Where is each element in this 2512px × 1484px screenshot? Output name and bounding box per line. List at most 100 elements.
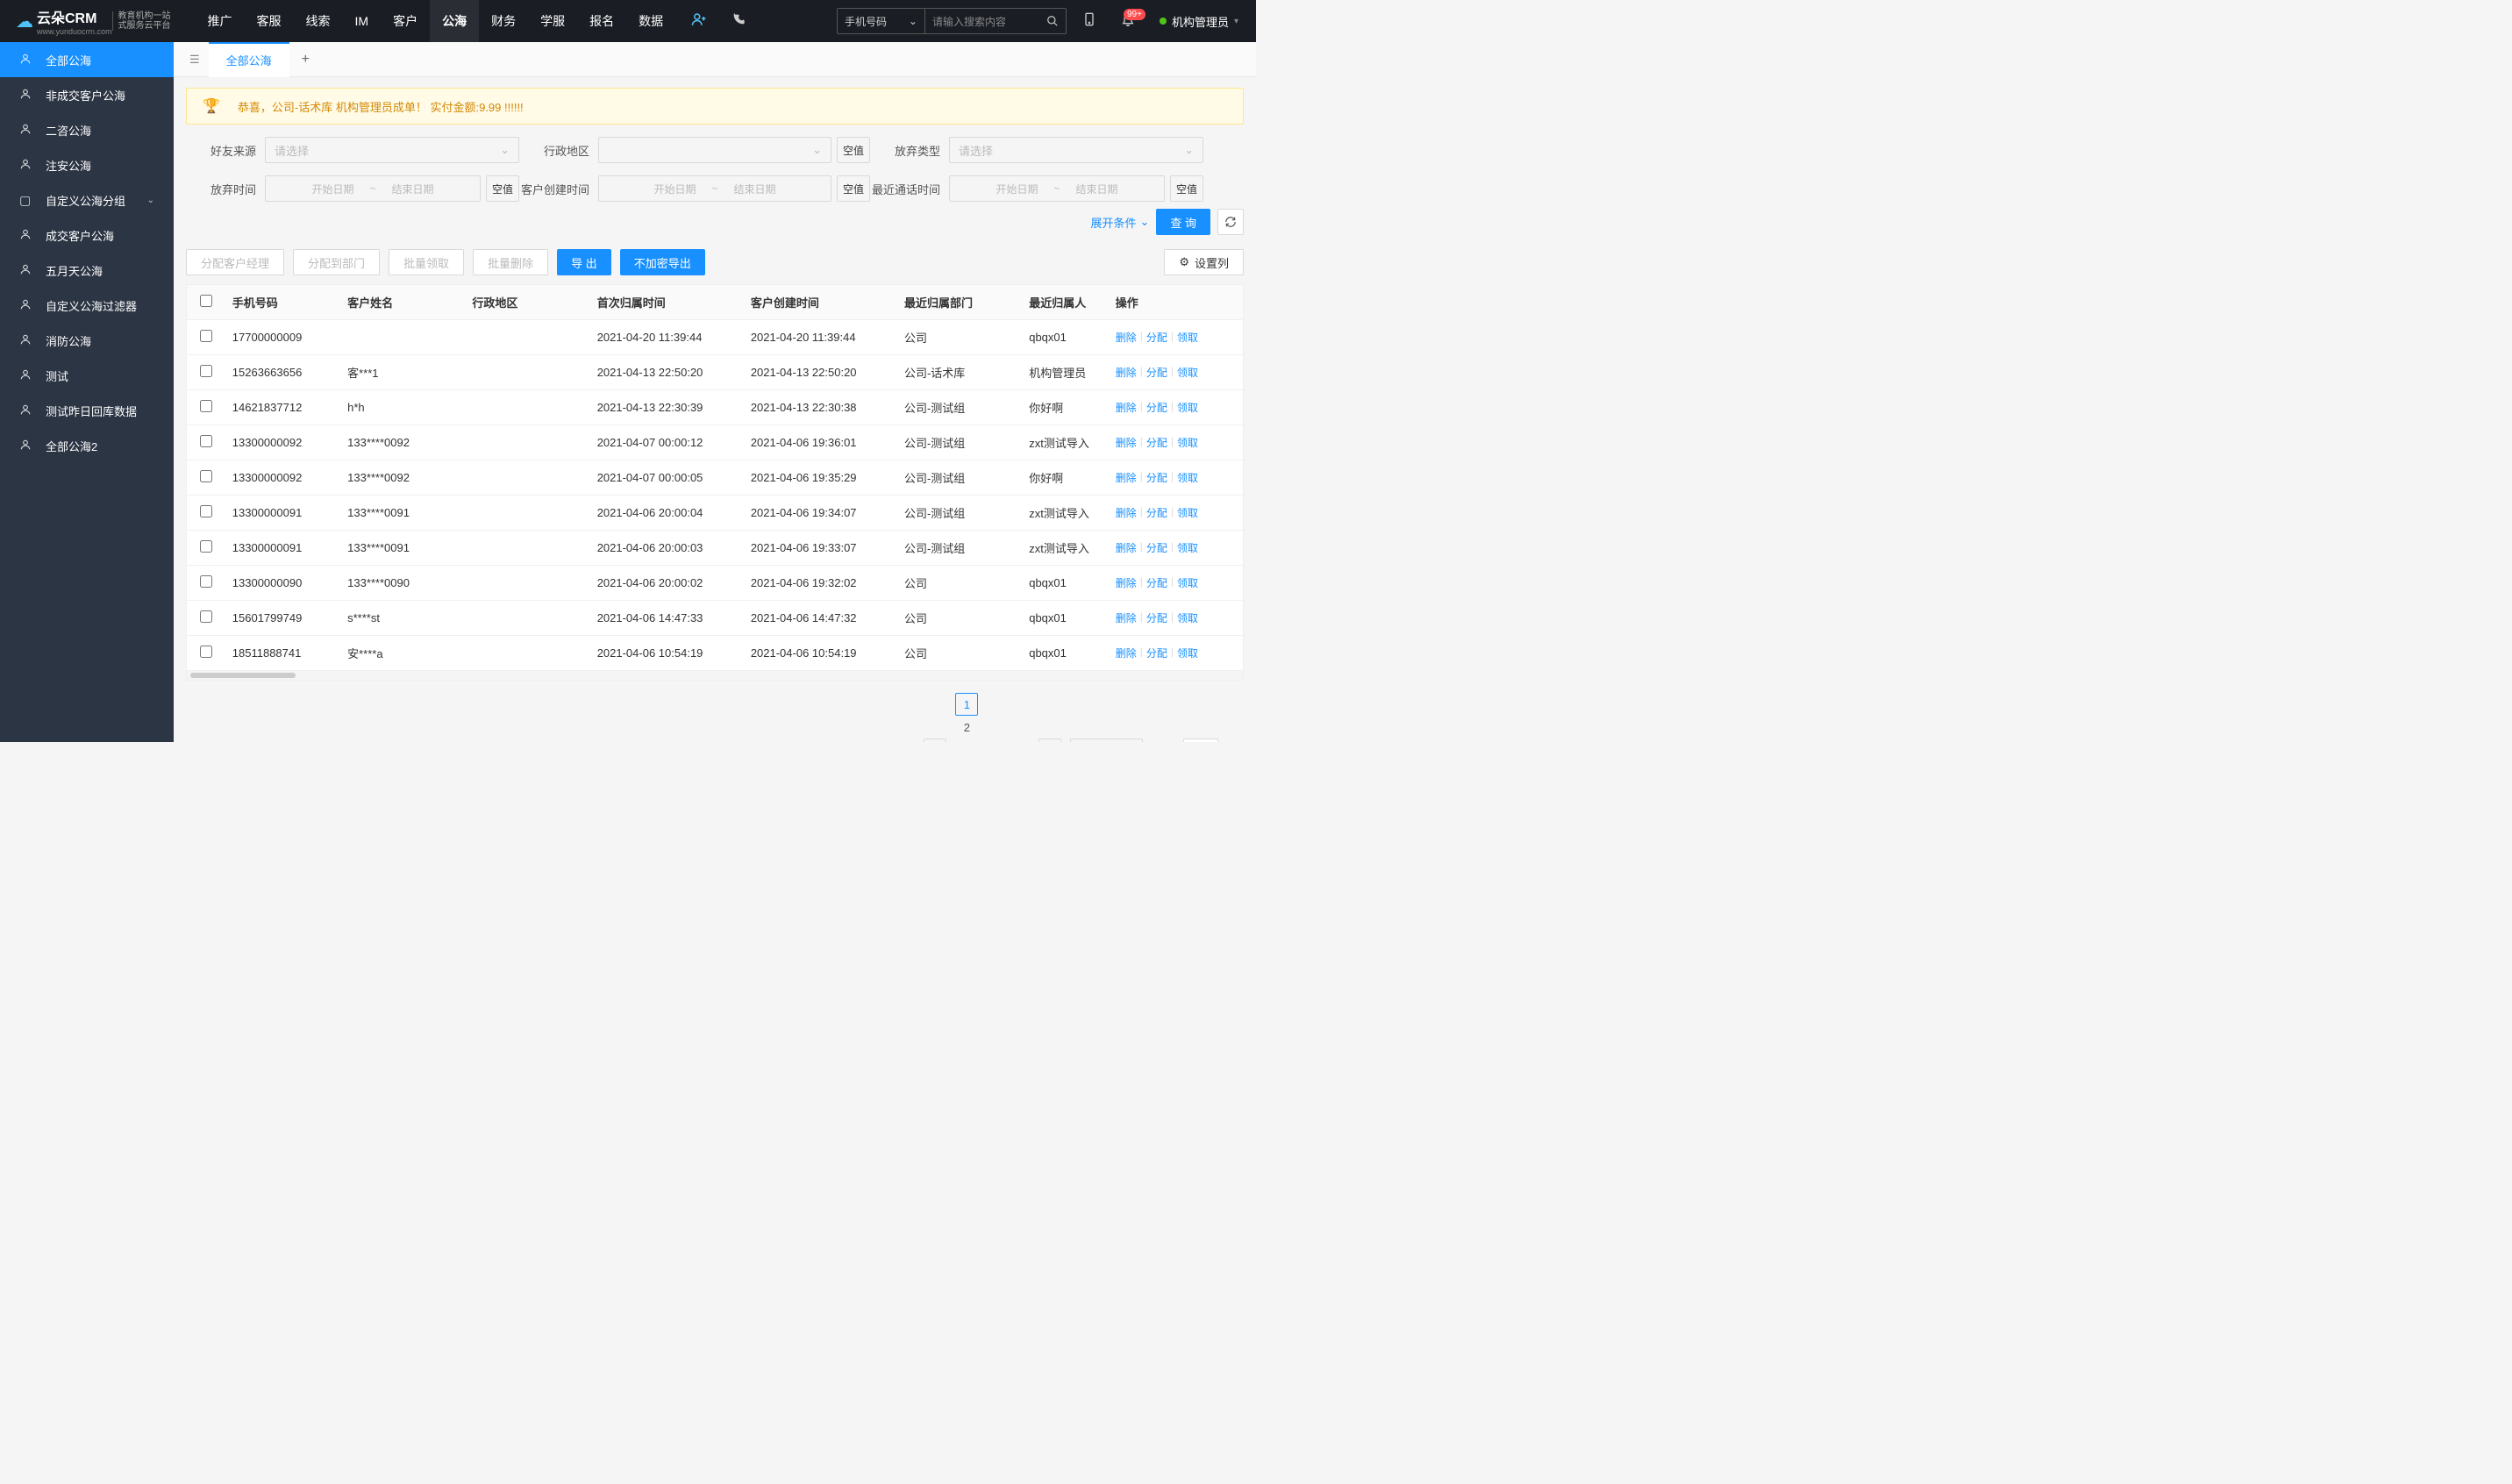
assign-dept-button[interactable]: 分配到部门: [293, 249, 380, 275]
row-assign[interactable]: 分配: [1146, 540, 1167, 555]
horizontal-scrollbar[interactable]: [187, 671, 1243, 680]
filter-abandon-type-select[interactable]: 请选择⌄: [949, 137, 1203, 163]
row-assign[interactable]: 分配: [1146, 505, 1167, 520]
tab-active[interactable]: 全部公海: [209, 42, 289, 77]
tabs-toggle-icon[interactable]: ☰: [181, 53, 209, 67]
batch-claim-button[interactable]: 批量领取: [389, 249, 464, 275]
sidebar-item[interactable]: 成交客户公海: [0, 218, 174, 253]
row-delete[interactable]: 删除: [1116, 435, 1137, 450]
row-assign[interactable]: 分配: [1146, 610, 1167, 625]
row-delete[interactable]: 删除: [1116, 470, 1137, 485]
search-button[interactable]: 查 询: [1156, 209, 1210, 235]
row-delete[interactable]: 删除: [1116, 505, 1137, 520]
filter-last-call-range[interactable]: 开始日期~结束日期: [949, 175, 1165, 202]
refresh-button[interactable]: [1217, 209, 1244, 235]
tab-add-icon[interactable]: +: [289, 52, 322, 68]
row-assign[interactable]: 分配: [1146, 470, 1167, 485]
row-claim[interactable]: 领取: [1177, 540, 1198, 555]
nav-item[interactable]: 公海: [430, 0, 479, 42]
sidebar-item[interactable]: 非成交客户公海: [0, 77, 174, 112]
row-delete[interactable]: 删除: [1116, 400, 1137, 415]
row-checkbox[interactable]: [200, 575, 212, 588]
export-button[interactable]: 导 出: [557, 249, 611, 275]
filter-region-select[interactable]: ⌄: [598, 137, 831, 163]
row-claim[interactable]: 领取: [1177, 610, 1198, 625]
row-claim[interactable]: 领取: [1177, 435, 1198, 450]
nav-item[interactable]: 财务: [479, 0, 528, 42]
row-checkbox[interactable]: [200, 400, 212, 412]
row-checkbox[interactable]: [200, 610, 212, 623]
row-claim[interactable]: 领取: [1177, 646, 1198, 660]
row-claim[interactable]: 领取: [1177, 575, 1198, 590]
row-delete[interactable]: 删除: [1116, 365, 1137, 380]
user-menu[interactable]: 机构管理员 ▾: [1151, 13, 1247, 30]
nav-item[interactable]: 推广: [196, 0, 245, 42]
row-claim[interactable]: 领取: [1177, 365, 1198, 380]
export-plain-button[interactable]: 不加密导出: [620, 249, 705, 275]
nav-item[interactable]: 客服: [245, 0, 294, 42]
filter-last-call-empty-button[interactable]: 空值: [1170, 175, 1203, 202]
assign-manager-button[interactable]: 分配客户经理: [186, 249, 284, 275]
sidebar-item[interactable]: 全部公海: [0, 42, 174, 77]
row-claim[interactable]: 领取: [1177, 470, 1198, 485]
row-assign[interactable]: 分配: [1146, 400, 1167, 415]
row-checkbox[interactable]: [200, 330, 212, 342]
nav-item[interactable]: IM: [343, 0, 382, 42]
sidebar-item[interactable]: 注安公海: [0, 147, 174, 182]
row-delete[interactable]: 删除: [1116, 575, 1137, 590]
row-checkbox[interactable]: [200, 540, 212, 553]
sidebar-item[interactable]: 五月天公海: [0, 253, 174, 288]
search-type-select[interactable]: 手机号码 ⌄: [838, 9, 925, 33]
pager-page[interactable]: 2: [955, 716, 978, 738]
row-claim[interactable]: 领取: [1177, 400, 1198, 415]
set-columns-button[interactable]: ⚙ 设置列: [1164, 249, 1244, 275]
nav-item[interactable]: 客户: [381, 0, 430, 42]
nav-item[interactable]: 学服: [528, 0, 577, 42]
row-checkbox[interactable]: [200, 646, 212, 658]
add-user-icon[interactable]: [682, 11, 716, 32]
select-all-checkbox[interactable]: [200, 295, 212, 307]
filter-source-select[interactable]: 请选择⌄: [265, 137, 519, 163]
sidebar-item[interactable]: 自定义公海过滤器: [0, 288, 174, 323]
pager-page[interactable]: 1: [955, 693, 978, 716]
pager-next[interactable]: ›: [1038, 738, 1061, 742]
batch-delete-button[interactable]: 批量删除: [473, 249, 548, 275]
scrollbar-thumb[interactable]: [190, 673, 296, 678]
nav-item[interactable]: 线索: [294, 0, 343, 42]
filter-create-time-range[interactable]: 开始日期~结束日期: [598, 175, 831, 202]
pager-jump-input[interactable]: [1183, 738, 1218, 742]
filter-region-empty-button[interactable]: 空值: [837, 137, 870, 163]
mobile-icon[interactable]: [1074, 12, 1105, 31]
sidebar-item[interactable]: 全部公海2: [0, 428, 174, 463]
pager-page[interactable]: 3: [955, 738, 978, 742]
row-assign[interactable]: 分配: [1146, 646, 1167, 660]
row-claim[interactable]: 领取: [1177, 505, 1198, 520]
row-checkbox[interactable]: [200, 435, 212, 447]
row-assign[interactable]: 分配: [1146, 435, 1167, 450]
row-assign[interactable]: 分配: [1146, 365, 1167, 380]
sidebar-item[interactable]: 二咨公海: [0, 112, 174, 147]
row-checkbox[interactable]: [200, 365, 212, 377]
search-input[interactable]: 请输入搜索内容: [925, 9, 1039, 33]
nav-item[interactable]: 数据: [626, 0, 675, 42]
filter-create-time-empty-button[interactable]: 空值: [837, 175, 870, 202]
sidebar-item[interactable]: 消防公海: [0, 323, 174, 358]
expand-filters-button[interactable]: 展开条件 ⌄: [1090, 214, 1149, 231]
pager-last[interactable]: 6882: [1007, 738, 1030, 742]
bell-icon[interactable]: 99+: [1112, 12, 1144, 31]
row-delete[interactable]: 删除: [1116, 540, 1137, 555]
row-claim[interactable]: 领取: [1177, 330, 1198, 345]
phone-icon[interactable]: [723, 12, 754, 31]
pager-size-select[interactable]: 10 条/页 ⌄: [1070, 738, 1143, 742]
row-assign[interactable]: 分配: [1146, 330, 1167, 345]
row-delete[interactable]: 删除: [1116, 646, 1137, 660]
row-assign[interactable]: 分配: [1146, 575, 1167, 590]
sidebar-item[interactable]: 测试昨日回库数据: [0, 393, 174, 428]
pager-prev[interactable]: ‹: [924, 738, 946, 742]
search-icon[interactable]: [1039, 9, 1066, 33]
sidebar-item[interactable]: 测试: [0, 358, 174, 393]
sidebar-item[interactable]: ▢自定义公海分组⌄: [0, 182, 174, 218]
nav-item[interactable]: 报名: [577, 0, 626, 42]
row-checkbox[interactable]: [200, 470, 212, 482]
filter-abandon-time-range[interactable]: 开始日期~结束日期: [265, 175, 481, 202]
